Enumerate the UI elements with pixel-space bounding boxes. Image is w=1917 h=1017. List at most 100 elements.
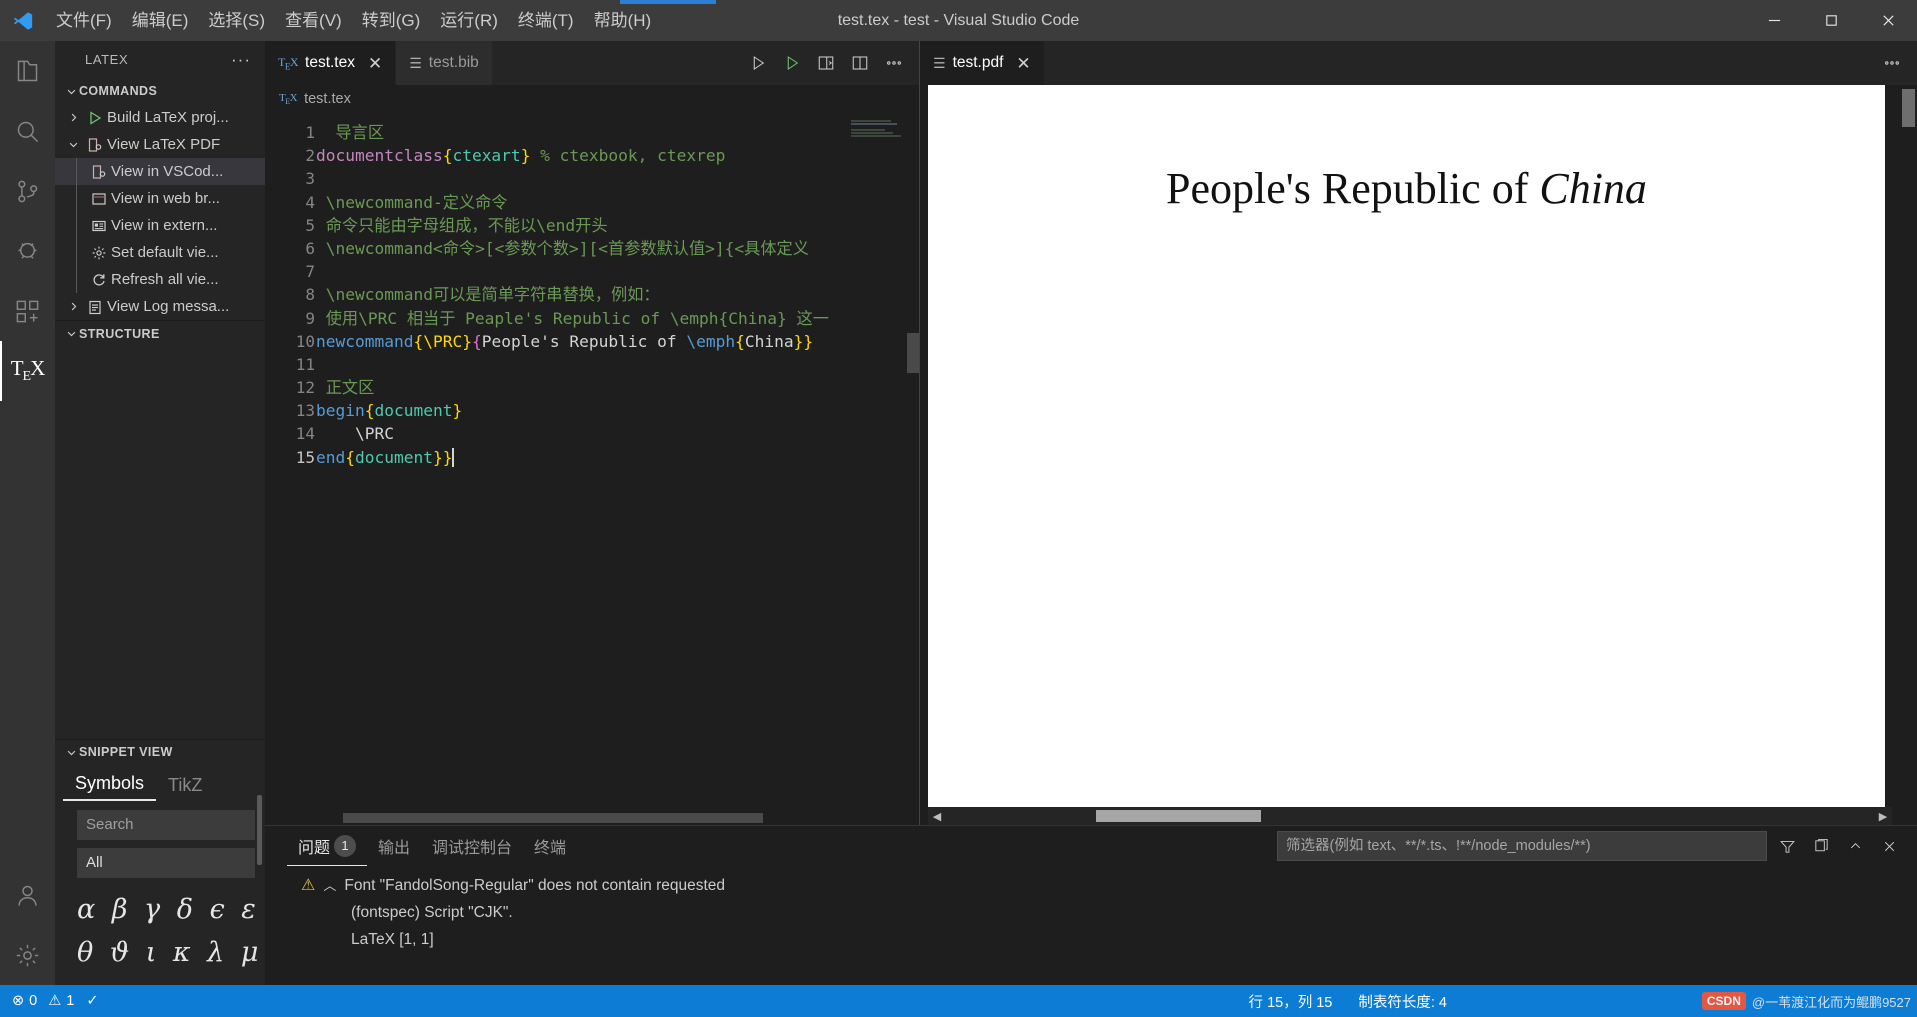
open-preview-icon[interactable] [811,48,841,78]
panel-actions[interactable] [1277,831,1917,861]
tab-tikz[interactable]: TikZ [156,775,214,801]
scroll-left-icon[interactable]: ◀ [928,810,946,823]
tab-test-bib[interactable]: ☰ test.bib [396,41,493,85]
tab-terminal[interactable]: 终端 [523,826,577,866]
sidebar-item-view-in-external-viewer[interactable]: View in extern... [55,212,265,239]
search-input[interactable] [77,809,255,840]
sidebar-more-icon[interactable]: ··· [231,50,251,70]
problem-row[interactable]: ⚠ ︿ Font "FandolSong-Regular" does not c… [301,872,1917,899]
play-outline-icon[interactable] [743,48,773,78]
code-line[interactable] [316,353,919,376]
sidebar-item-refresh-all-viewers[interactable]: Refresh all vie... [55,266,265,293]
pdf-horizontal-track[interactable] [946,807,1874,825]
code-line[interactable]: documentclass{ctexart} % ctexbook, ctexr… [316,144,919,167]
source-control-icon[interactable] [0,161,55,221]
chevron-right-icon[interactable] [63,112,83,123]
split-editor-icon[interactable] [845,48,875,78]
code-line[interactable]: end{document}} [316,446,919,469]
editor-horizontal-scrollbar-thumb[interactable] [343,813,763,823]
code-line[interactable] [316,260,919,283]
extensions-icon[interactable] [0,281,55,341]
tab-test-pdf[interactable]: ☰ test.pdf ✕ [920,41,1045,85]
code-line[interactable]: \newcommand-定义命令 [316,191,919,214]
pdf-horizontal-scrollbar[interactable]: ◀ ▶ [928,807,1892,825]
run-debug-icon[interactable] [0,221,55,281]
menu-help[interactable]: 帮助(H) [584,0,662,41]
code-line[interactable]: \PRC [316,422,919,445]
ellipsis-icon[interactable] [1877,48,1907,78]
menu-run[interactable]: 运行(R) [430,0,508,41]
tab-debug-console[interactable]: 调试控制台 [421,826,523,866]
play-green-icon[interactable] [777,48,807,78]
snippet-tabs[interactable]: Symbols TikZ [55,765,265,801]
menu-go[interactable]: 转到(G) [352,0,431,41]
sidebar-scrollbar[interactable] [257,794,262,865]
panel-tabs[interactable]: 问题 1 输出 调试控制台 终端 [265,826,1917,866]
activity-bar[interactable]: TEX [0,41,55,985]
close-icon[interactable]: ✕ [368,55,382,72]
scroll-right-icon[interactable]: ▶ [1874,810,1892,823]
latex-sidebar-icon[interactable]: TEX [0,341,55,401]
status-cursor-position[interactable]: 行 15，列 15 [1249,991,1333,1012]
problems-list[interactable]: ⚠ ︿ Font "FandolSong-Regular" does not c… [265,866,1917,985]
pdf-actions[interactable] [1877,41,1917,85]
tab-test-tex[interactable]: TEX test.tex ✕ [265,41,397,85]
menu-file[interactable]: 文件(F) [46,0,122,41]
sidebar-item-view-latex-pdf[interactable]: View LaTeX PDF [55,131,265,158]
menu-terminal[interactable]: 终端(T) [508,0,584,41]
section-snippet-header[interactable]: SNIPPET VIEW [55,738,265,765]
commands-tree[interactable]: Build LaTeX proj... View LaTeX PDF View … [55,104,265,320]
chevron-up-icon[interactable]: ︿ [323,872,336,899]
explorer-icon[interactable] [0,41,55,101]
status-tab-size[interactable]: 制表符长度: 4 [1358,991,1447,1012]
section-commands-header[interactable]: COMMANDS [55,78,265,104]
pdf-horizontal-thumb[interactable] [1096,810,1261,822]
editor-horizontal-scrollbar-track[interactable] [265,813,919,825]
editor-actions[interactable] [743,41,919,85]
code-line[interactable]: \newcommand可以是简单字符串替换，例如： [316,283,919,306]
editor-tabs[interactable]: TEX test.tex ✕ ☰ test.bib [265,41,919,85]
tab-problems[interactable]: 问题 1 [287,826,368,866]
code-lines[interactable]: 导言区 documentclass{ctexart} % ctexbook, ct… [316,113,919,825]
code-line[interactable]: \newcommand<命令>[<参数个数>][<首参数默认值>]{<具体定义 [316,237,919,260]
minimize-button[interactable] [1746,0,1803,41]
ellipsis-icon[interactable] [879,48,909,78]
filter-icon[interactable] [1773,832,1801,860]
maximize-button[interactable] [1803,0,1860,41]
close-panel-icon[interactable] [1875,832,1903,860]
section-structure-header[interactable]: STRUCTURE [55,320,265,346]
status-bar[interactable]: ⊗ 0 ⚠ 1 ✓ 行 15，列 15 制表符长度: 4 CSDN @一苇渡江化… [0,985,1917,1017]
pdf-vertical-scrollbar[interactable] [1900,85,1917,807]
close-icon[interactable]: ✕ [1016,55,1030,72]
pdf-vertical-thumb[interactable] [1902,89,1915,127]
code-line[interactable]: newcommand{\PRC}{People's Republic of \e… [316,330,919,353]
symbol-category-all[interactable]: All [77,847,255,878]
breadcrumb[interactable]: TEX test.tex [265,85,919,113]
pdf-body[interactable]: People's Republic of China ◀ ▶ [920,85,1917,825]
maximize-panel-icon[interactable] [1841,832,1869,860]
sidebar-item-set-default-viewer[interactable]: Set default vie... [55,239,265,266]
code-area[interactable]: 1 2 3 4 5 6 7 8 9 10 11 12 13 14 15 导言区 … [265,113,919,825]
menu-edit[interactable]: 编辑(E) [122,0,199,41]
code-line[interactable]: 导言区 [316,121,919,144]
code-line[interactable]: begin{document} [316,399,919,422]
pdf-tabs[interactable]: ☰ test.pdf ✕ [920,41,1917,85]
menu-view[interactable]: 查看(V) [275,0,352,41]
sidebar-item-view-log-messages[interactable]: View Log messa... [55,293,265,320]
sidebar-item-view-in-vscode[interactable]: View in VSCod... [55,158,265,185]
code-line[interactable] [316,167,919,190]
greek-symbols-row-1[interactable]: α β γ δ ϵ ε ζ η [55,878,265,932]
chevron-right-icon[interactable] [63,301,83,312]
tab-symbols[interactable]: Symbols [63,773,157,801]
greek-symbols-row-2[interactable]: θ ϑ ι κ λ μ ν ξ [55,931,265,975]
gear-icon[interactable] [0,925,55,985]
code-line[interactable]: 命令只能由字母组成，不能以\end开头 [316,214,919,237]
search-icon[interactable] [0,101,55,161]
menu-bar[interactable]: 文件(F) 编辑(E) 选择(S) 查看(V) 转到(G) 运行(R) 终端(T… [46,0,661,41]
code-line[interactable]: 使用\PRC 相当于 Peaple's Republic of \emph{Ch… [316,307,919,330]
clear-filters-icon[interactable] [1807,832,1835,860]
menu-selection[interactable]: 选择(S) [198,0,275,41]
editor-vertical-scrollbar[interactable] [907,333,919,373]
window-controls[interactable] [1746,0,1917,41]
tab-output[interactable]: 输出 [367,826,421,866]
